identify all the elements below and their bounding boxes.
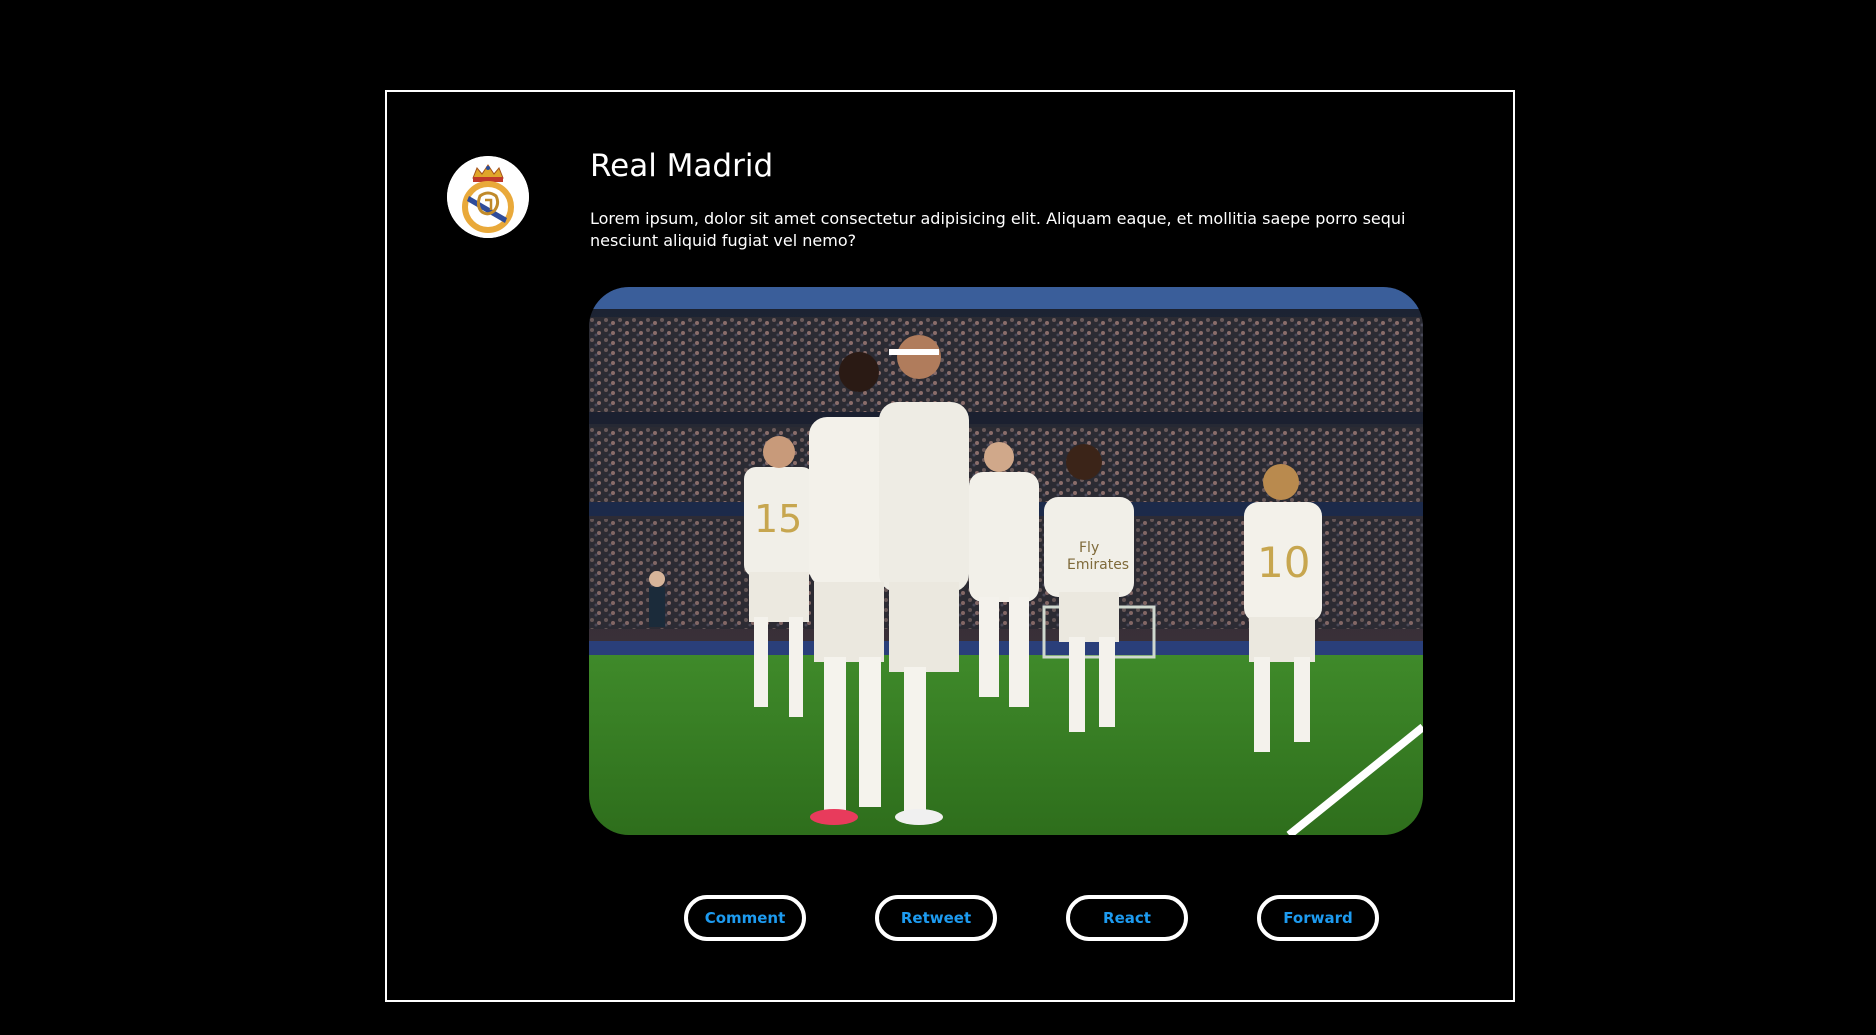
post-image[interactable]: 15 Fly Emirates 10 [589,287,1423,835]
players-celebrating-photo: 15 Fly Emirates 10 [589,287,1423,835]
post-card: Real Madrid Lorem ipsum, dolor sit amet … [385,90,1515,1002]
post-actions: Comment Retweet React Forward [684,895,1384,941]
svg-text:Emirates: Emirates [1067,557,1129,573]
react-button[interactable]: React [1066,895,1188,941]
post-text: Lorem ipsum, dolor sit amet consectetur … [590,209,1406,250]
svg-text:Fly: Fly [1079,540,1099,556]
forward-button[interactable]: Forward [1257,895,1379,941]
svg-text:15: 15 [754,497,802,541]
comment-button[interactable]: Comment [684,895,806,941]
svg-text:10: 10 [1257,538,1310,587]
avatar[interactable] [447,156,529,238]
post-author-name[interactable]: Real Madrid [590,148,773,185]
retweet-button[interactable]: Retweet [875,895,997,941]
real-madrid-crest-icon [447,156,529,238]
